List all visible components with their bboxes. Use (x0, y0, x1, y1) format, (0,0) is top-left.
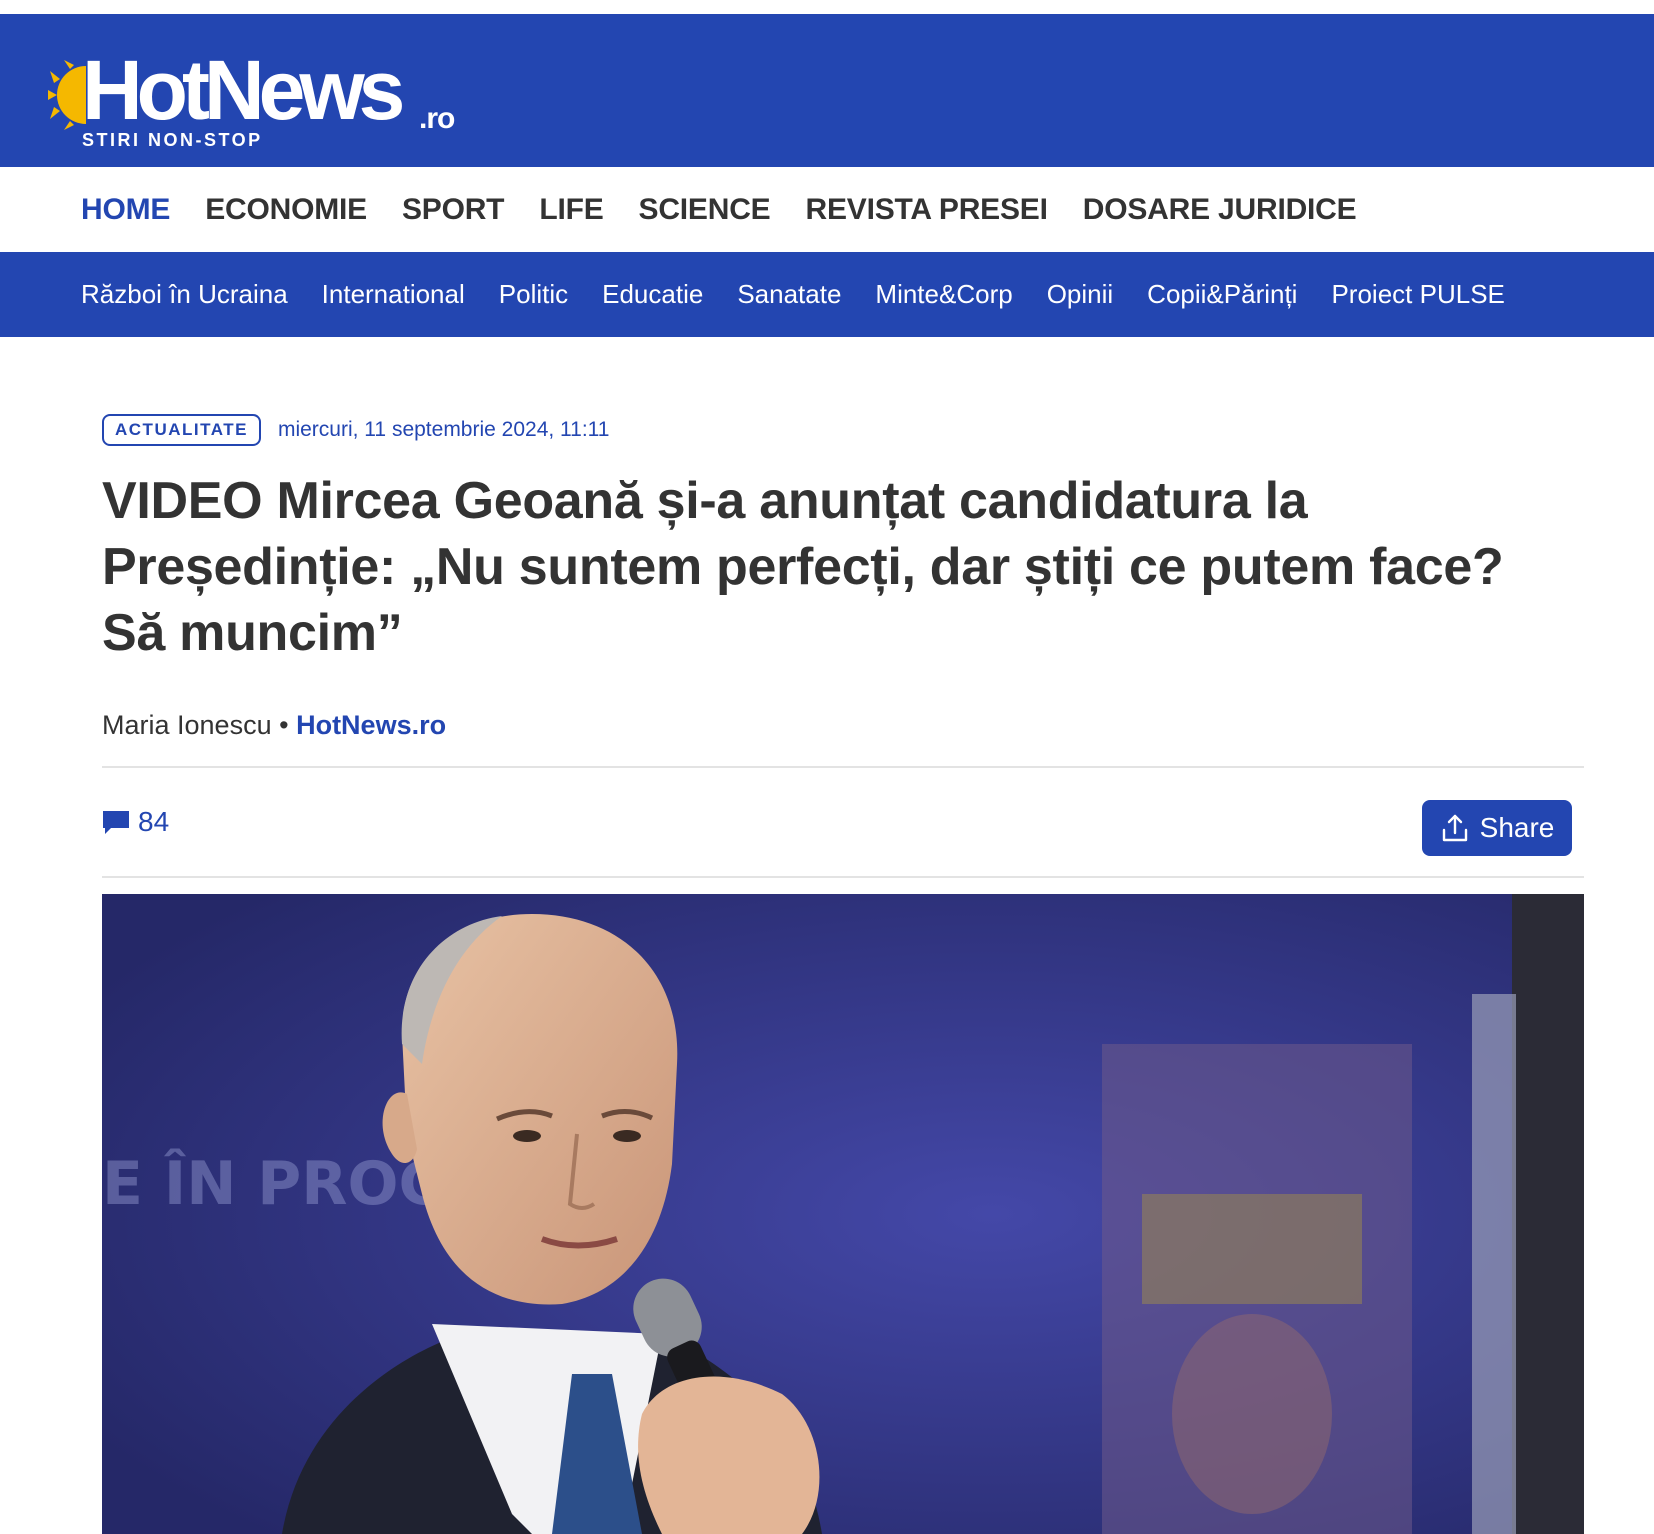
comments-link[interactable]: 84 (102, 806, 169, 838)
byline: Maria Ionescu • HotNews.ro (102, 710, 1584, 746)
article: ACTUALITATE miercuri, 11 septembrie 2024… (102, 414, 1584, 1534)
category-badge[interactable]: ACTUALITATE (102, 414, 261, 446)
main-nav-economie[interactable]: ECONOMIE (205, 193, 367, 227)
comment-icon (103, 811, 129, 834)
article-headline: VIDEO Mircea Geoană și-a anunțat candida… (102, 472, 1504, 662)
main-nav-life[interactable]: LIFE (539, 193, 603, 227)
author-name[interactable]: Maria Ionescu (102, 710, 272, 740)
sub-nav: Război în Ucraina International Politic … (0, 252, 1654, 337)
sub-nav-sanatate[interactable]: Sanatate (737, 279, 841, 310)
main-nav-science[interactable]: SCIENCE (639, 193, 771, 227)
main-nav-revista-presei[interactable]: REVISTA PRESEI (805, 193, 1047, 227)
sub-nav-international[interactable]: International (322, 279, 465, 310)
share-upload-icon (1442, 814, 1467, 842)
sun-icon (48, 60, 86, 130)
main-nav-home[interactable]: HOME (81, 193, 170, 227)
sub-nav-proiect-pulse[interactable]: Proiect PULSE (1331, 279, 1504, 310)
article-date: miercuri, 11 septembrie 2024, 11:11 (277, 418, 610, 441)
share-label: Share (1479, 812, 1555, 843)
article-actions: 84 Share (102, 768, 1584, 876)
site-header: HotNews .ro STIRI NON-STOP (0, 14, 1654, 167)
article-meta: ACTUALITATE miercuri, 11 septembrie 2024… (102, 414, 1584, 446)
logo-wordmark: HotNews (82, 43, 405, 137)
main-nav-dosare-juridice[interactable]: DOSARE JURIDICE (1083, 193, 1357, 227)
sub-nav-minte-corp[interactable]: Minte&Corp (875, 279, 1012, 310)
byline-separator: • (279, 710, 289, 740)
divider (102, 876, 1584, 878)
share-button[interactable]: Share (1422, 800, 1572, 856)
logo-tld: .ro (419, 102, 455, 135)
main-nav: HOME ECONOMIE SPORT LIFE SCIENCE REVISTA… (0, 167, 1654, 252)
site-logo[interactable]: HotNews .ro STIRI NON-STOP (46, 42, 466, 154)
speaker-photo-illustration: E ÎN PROGRAM (102, 894, 1584, 1534)
main-nav-sport[interactable]: SPORT (402, 193, 505, 227)
sub-nav-educatie[interactable]: Educatie (602, 279, 703, 310)
sub-nav-razboi-ucraina[interactable]: Război în Ucraina (81, 279, 288, 310)
comments-count: 84 (138, 806, 170, 837)
source-link[interactable]: HotNews.ro (296, 710, 446, 740)
hero-image[interactable]: E ÎN PROGRAM (102, 894, 1584, 1534)
sub-nav-politic[interactable]: Politic (499, 279, 568, 310)
top-strip (0, 0, 1654, 14)
sub-nav-opinii[interactable]: Opinii (1047, 279, 1113, 310)
logo-tagline: STIRI NON-STOP (82, 130, 263, 150)
sub-nav-copii-parinti[interactable]: Copii&Părinți (1147, 279, 1297, 310)
